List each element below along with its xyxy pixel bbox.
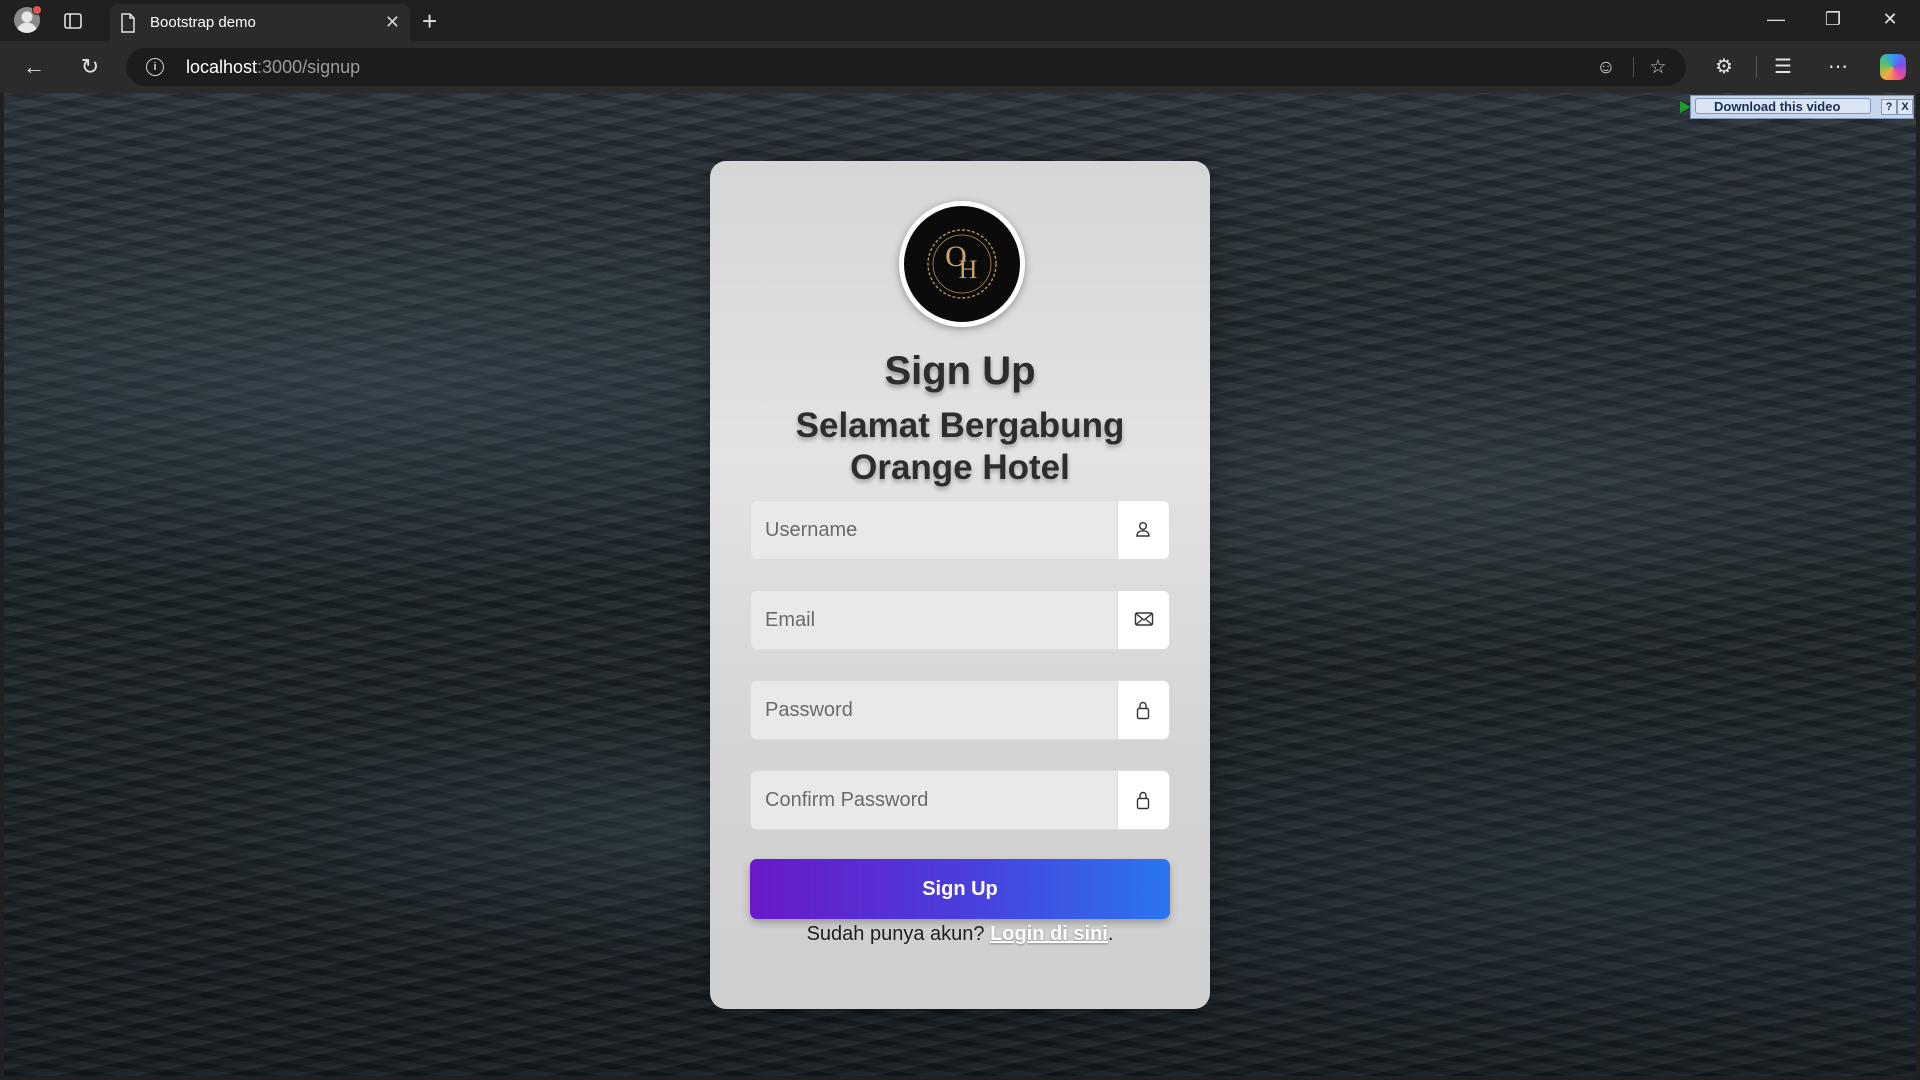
lock-icon [1136,791,1150,810]
email-addon [1117,591,1169,649]
page-viewport: Download this video ? X O H Sign Up Sela… [4,93,1916,1076]
address-bar[interactable]: i localhost:3000/signup ☺ ☆ [126,48,1686,86]
page-title: Sign Up [884,349,1036,393]
play-icon [1680,101,1691,113]
username-addon [1117,501,1169,559]
url-path: :3000/signup [257,57,361,77]
tab-close-icon[interactable]: ✕ [385,12,400,33]
url-host: localhost [186,57,258,77]
login-prompt-text: Sudah punya akun? [806,923,985,945]
sign-up-button[interactable]: Sign Up [750,859,1170,919]
confirm-password-addon [1117,771,1169,829]
confirm-password-field [750,770,1170,830]
download-video-button[interactable]: Download this video [1680,98,1871,114]
lock-icon [1136,701,1150,720]
subtitle-line-1: Selamat Bergabung [795,406,1125,445]
password-input[interactable] [751,681,1119,739]
email-input[interactable] [751,591,1119,649]
notification-dot [32,5,42,15]
tab-actions-icon[interactable] [62,10,84,32]
back-button[interactable]: ← [22,55,46,79]
download-video-bar: Download this video ? X [1680,95,1914,119]
login-suffix: . [1107,923,1114,945]
favorites-icon[interactable]: ☰ [1770,54,1796,80]
login-prompt-line: Sudah punya akun? Login di sini. [710,923,1210,946]
close-window-button[interactable]: ✕ [1870,9,1910,33]
password-addon [1117,681,1169,739]
toolbar-separator [1756,56,1757,78]
copilot-icon[interactable] [1880,54,1906,80]
welcome-subtitle: Selamat Bergabung Orange Hotel [710,405,1210,489]
extensions-icon[interactable]: ⚙ [1711,54,1737,80]
username-field [750,500,1170,560]
site-info-icon[interactable]: i [146,58,164,76]
user-icon [1136,522,1150,537]
envelope-icon [1134,612,1154,626]
signup-card: O H Sign Up Selamat Bergabung Orange Hot… [710,161,1210,1009]
read-mode-icon[interactable]: ☺ [1595,57,1617,79]
restore-button[interactable]: ❐ [1813,9,1853,33]
page-icon [120,13,136,38]
tab-title: Bootstrap demo [150,14,256,31]
address-separator [1633,57,1634,77]
login-link[interactable]: Login di sini [990,923,1108,945]
email-field [750,590,1170,650]
username-input[interactable] [751,501,1119,559]
svg-text:H: H [959,255,978,284]
password-field [750,680,1170,740]
new-tab-button[interactable]: + [422,6,437,37]
minimize-button[interactable]: — [1756,9,1796,33]
active-tab[interactable]: Bootstrap demo ✕ [110,4,410,41]
close-overlay-icon[interactable]: X [1897,99,1913,115]
help-icon[interactable]: ? [1881,99,1897,115]
subtitle-line-2: Orange Hotel [850,448,1070,487]
url-text[interactable]: localhost:3000/signup [186,57,360,78]
browser-toolbar: ← ↻ i localhost:3000/signup ☺ ☆ ⚙ ☰ ⋯ [0,41,1920,93]
reload-button[interactable]: ↻ [78,55,102,79]
tab-bar: Bootstrap demo ✕ + — ❐ ✕ [0,0,1920,41]
confirm-password-input[interactable] [751,771,1119,829]
more-menu-icon[interactable]: ⋯ [1825,54,1851,80]
favorite-star-icon[interactable]: ☆ [1647,57,1669,79]
hotel-logo: O H [899,201,1025,327]
download-video-label: Download this video [1714,99,1841,114]
